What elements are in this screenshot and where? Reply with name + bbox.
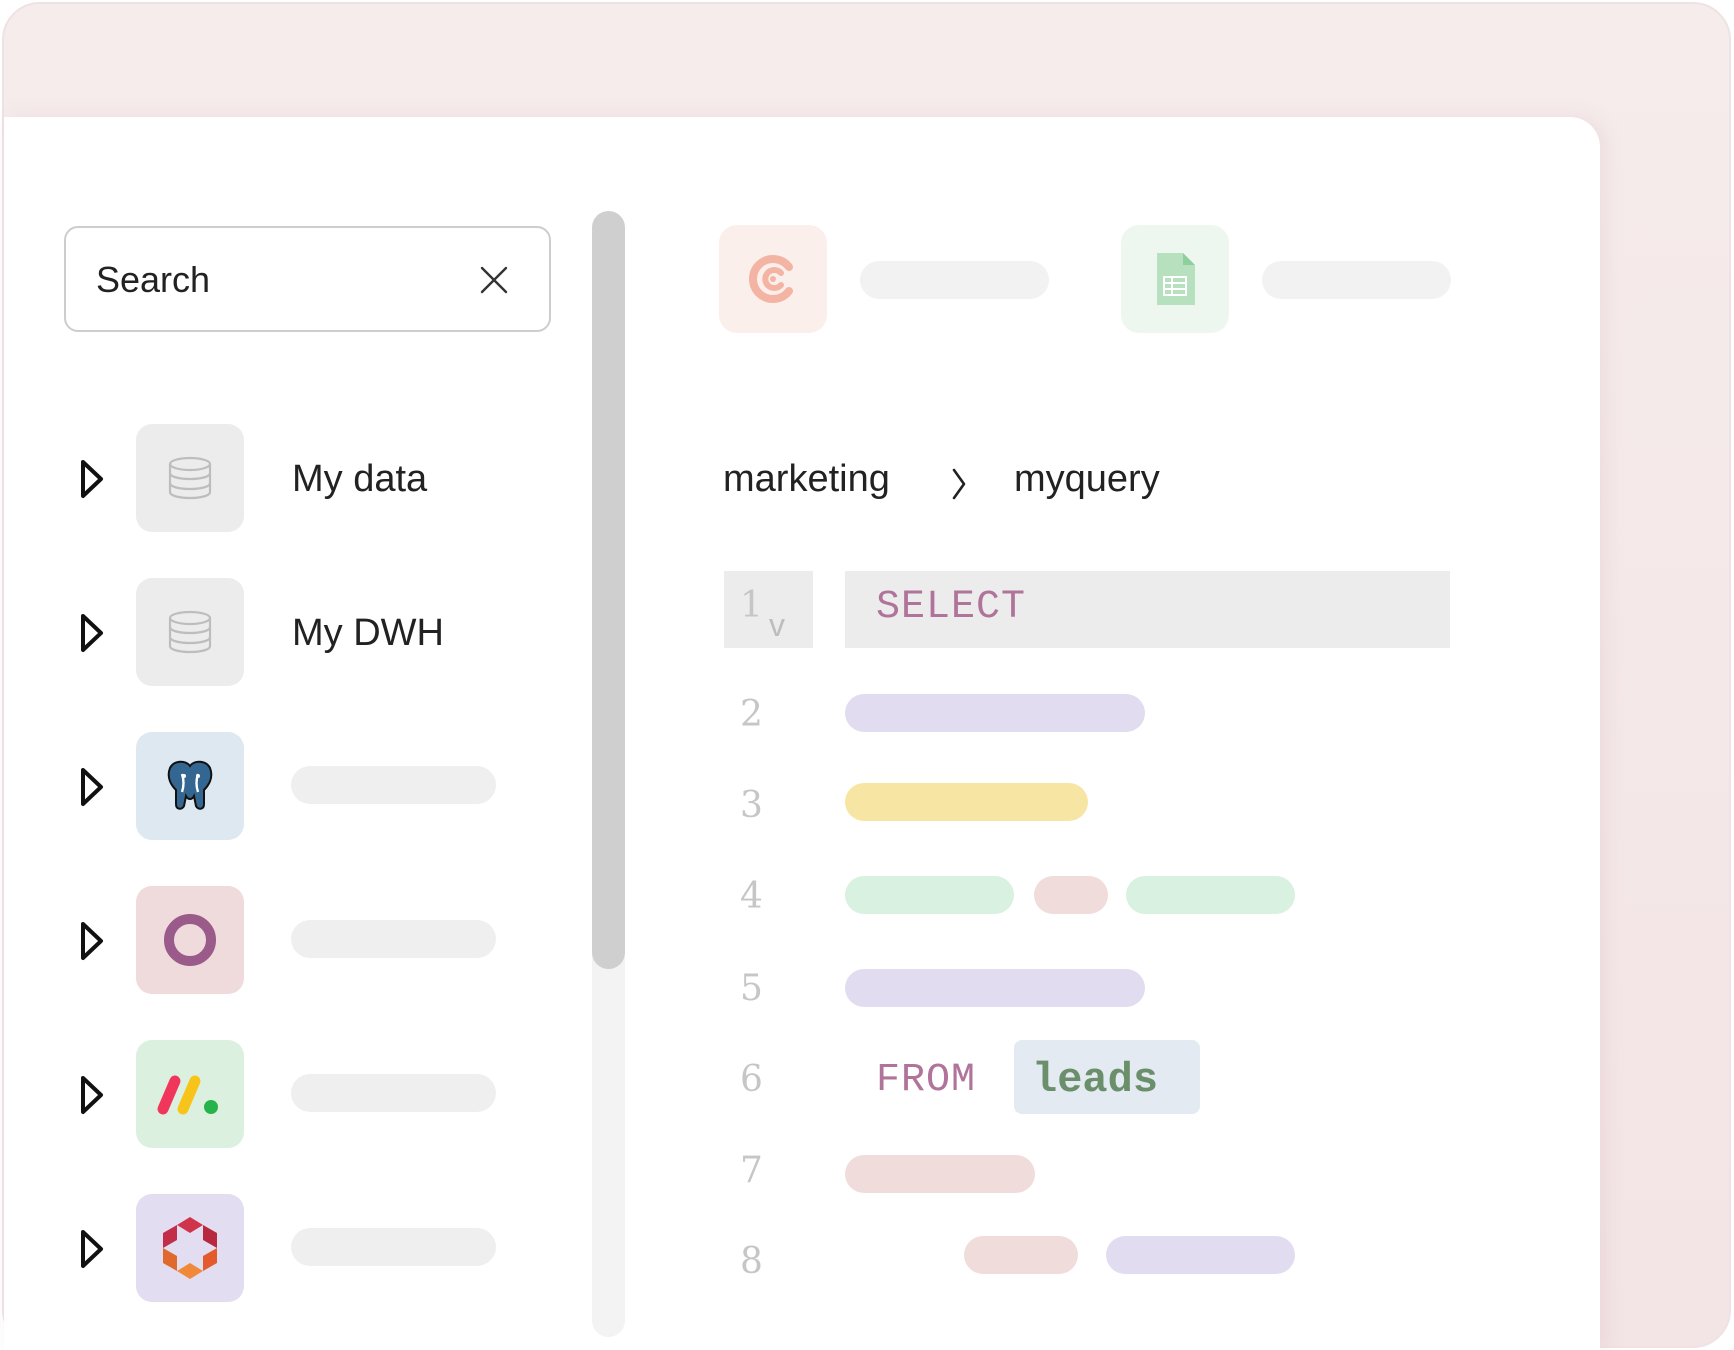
hexagon-logo-icon: [136, 1194, 244, 1302]
fold-marker[interactable]: v: [769, 607, 785, 644]
placeholder-label: [291, 1228, 496, 1266]
code-placeholder: [1034, 876, 1108, 914]
search-input[interactable]: [94, 248, 458, 312]
tree-item-ring[interactable]: [76, 886, 556, 996]
tree-item-hexagon[interactable]: [76, 1194, 556, 1304]
scrollbar-thumb[interactable]: [592, 211, 625, 969]
code-placeholder: [845, 694, 1145, 732]
code-placeholder: [1106, 1236, 1295, 1274]
code-placeholder: [845, 969, 1145, 1007]
tree-item-my-dwh[interactable]: My DWH: [76, 578, 556, 688]
postgresql-icon: [136, 732, 244, 840]
select-keyword: SELECT: [876, 585, 1027, 630]
tree-item-label: My data: [292, 458, 428, 500]
line-number: 3: [740, 785, 763, 826]
placeholder-label: [291, 1074, 496, 1112]
code-placeholder: [964, 1236, 1078, 1274]
code-placeholder: [845, 1155, 1035, 1193]
tree-item-label: My DWH: [292, 612, 444, 654]
code-placeholder: [845, 876, 1014, 914]
placeholder-label: [860, 261, 1049, 299]
spreadsheet-icon[interactable]: [1121, 225, 1229, 333]
line-number: 4: [740, 876, 763, 917]
chevron-right-icon: [952, 468, 966, 500]
database-icon: [136, 424, 244, 532]
active-line-gutter: 1 v: [724, 571, 813, 648]
line-number: 2: [740, 694, 763, 735]
circle-c-logo-icon[interactable]: [719, 225, 827, 333]
expand-triangle-icon[interactable]: [80, 613, 104, 653]
from-keyword: FROM: [876, 1058, 977, 1103]
placeholder-label: [291, 766, 496, 804]
line-number: 6: [740, 1059, 763, 1100]
ring-icon: [136, 886, 244, 994]
expand-triangle-icon[interactable]: [80, 1229, 104, 1269]
expand-triangle-icon[interactable]: [80, 1075, 104, 1115]
placeholder-label: [291, 920, 496, 958]
tree-item-postgresql[interactable]: [76, 732, 556, 842]
database-icon: [136, 578, 244, 686]
close-icon[interactable]: [476, 262, 512, 298]
expand-triangle-icon[interactable]: [80, 921, 104, 961]
search-box[interactable]: [64, 226, 551, 332]
tree-item-monday[interactable]: [76, 1040, 556, 1150]
line-number: 1: [740, 585, 763, 626]
code-placeholder: [845, 783, 1088, 821]
table-name[interactable]: leads: [1032, 1056, 1158, 1104]
breadcrumb-folder[interactable]: marketing: [723, 458, 890, 501]
expand-triangle-icon[interactable]: [80, 767, 104, 807]
tree-item-my-data[interactable]: My data: [76, 424, 556, 534]
placeholder-label: [1262, 261, 1451, 299]
monday-icon: [136, 1040, 244, 1148]
expand-triangle-icon[interactable]: [80, 459, 104, 499]
code-placeholder: [1126, 876, 1295, 914]
line-number: 8: [740, 1241, 763, 1282]
line-number: 7: [740, 1150, 763, 1191]
breadcrumb-query[interactable]: myquery: [1014, 458, 1160, 501]
line-number: 5: [740, 968, 763, 1009]
